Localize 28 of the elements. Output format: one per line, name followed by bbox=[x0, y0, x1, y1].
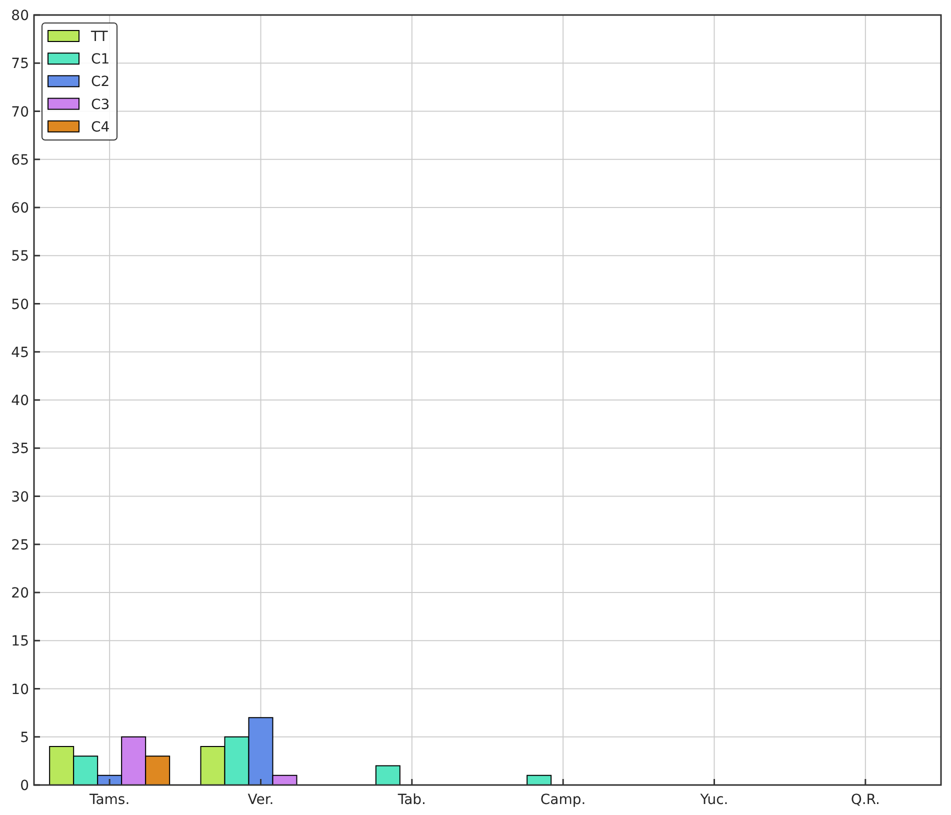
y-tick-label: 55 bbox=[11, 248, 29, 265]
x-tick-label: Ver. bbox=[248, 792, 274, 808]
y-tick-label: 60 bbox=[11, 200, 29, 216]
y-tick-label: 0 bbox=[20, 778, 29, 794]
legend-label: C1 bbox=[91, 52, 110, 68]
legend-label: TT bbox=[91, 29, 108, 45]
y-tick-label: 20 bbox=[11, 586, 29, 602]
y-tick-label: 25 bbox=[11, 537, 29, 554]
y-tick-label: 45 bbox=[11, 344, 29, 361]
y-tick-label: 10 bbox=[11, 682, 29, 698]
x-tick-label: Tams. bbox=[89, 792, 130, 808]
y-tick-label: 5 bbox=[20, 730, 29, 746]
y-tick-label: 80 bbox=[11, 8, 29, 24]
y-tick-label: 35 bbox=[11, 441, 29, 458]
y-tick-label: 15 bbox=[11, 634, 29, 650]
legend-label: C2 bbox=[91, 74, 110, 90]
y-tick-label: 70 bbox=[11, 104, 29, 120]
x-tick-label: Q.R. bbox=[850, 792, 880, 808]
y-tick-label: 50 bbox=[11, 296, 29, 313]
y-tick-label: 75 bbox=[11, 56, 29, 72]
x-tick-label: Yuc. bbox=[700, 792, 728, 808]
legend-label: C3 bbox=[91, 96, 110, 113]
y-tick-label: 30 bbox=[11, 489, 29, 506]
y-tick-label: 40 bbox=[11, 393, 29, 409]
x-tick-label: Tab. bbox=[398, 792, 426, 808]
y-tick-label: 65 bbox=[11, 152, 29, 168]
x-tick-label: Camp. bbox=[540, 792, 586, 808]
legend-label: C4 bbox=[91, 119, 110, 136]
